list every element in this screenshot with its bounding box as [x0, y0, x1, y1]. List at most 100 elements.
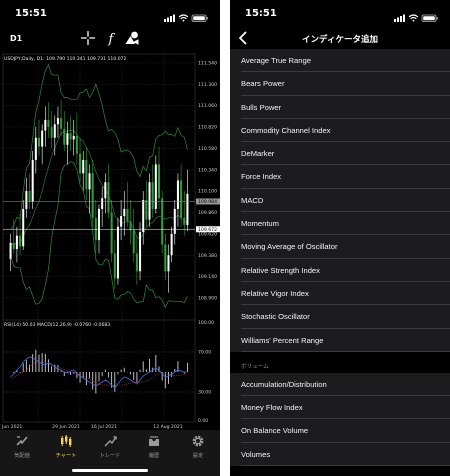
tab-settings[interactable]: 設定 [176, 434, 220, 468]
indicator-item-label: DeMarker [241, 149, 275, 159]
osc-y-tick-label: 70.00 [198, 350, 211, 356]
candle-body [94, 217, 97, 241]
tab-trade-label: トレード [99, 453, 121, 459]
oscillator-title: RSI(14) 50.03 MACD(12,26,9) -0.0760 -0.0… [4, 322, 110, 328]
tab-quotes[interactable]: 気配値 [0, 434, 44, 468]
indicator-item-label: Relative Strength Index [241, 265, 320, 275]
candle-body [161, 198, 164, 245]
indicator-item-label: Bears Power [241, 79, 285, 89]
function-icon[interactable]: f [104, 30, 120, 46]
volume-indicator-item[interactable]: Accumulation/Distribution [230, 372, 450, 397]
candle-body [101, 198, 104, 209]
candle-body [47, 119, 50, 128]
candle-body [107, 182, 110, 213]
trade-icon [104, 436, 117, 447]
indicator-item-label: On Balance Volume [241, 426, 309, 436]
candle-body [9, 242, 12, 259]
candle-body [148, 182, 151, 220]
tab-settings-label: 設定 [192, 453, 204, 459]
indicator-item[interactable]: Bulls Power [230, 95, 450, 119]
candle-body [72, 135, 75, 140]
price-chart[interactable]: 111.540 111.300 111.060 110.820 110.580 110.3… [0, 48, 220, 432]
tab-chart[interactable]: チャート [44, 434, 88, 468]
volume-indicator-item[interactable]: Volumes [230, 442, 450, 467]
y-tick-label: 111.540 [198, 61, 217, 67]
status-time: 15:51 [245, 8, 277, 19]
y-tick-label: 109.140 [198, 274, 217, 280]
indicator-item[interactable]: Force Index [230, 165, 450, 189]
indicator-item[interactable]: Average True Range [230, 49, 450, 73]
wifi-icon [178, 14, 189, 20]
candle-body [126, 208, 129, 222]
candle-body [104, 182, 107, 199]
indicator-item[interactable]: Moving Average of Oscillator [230, 235, 450, 259]
candle-body [129, 221, 132, 231]
navigation-bar: インディケータ追加 [230, 26, 450, 50]
candle-body [139, 232, 142, 272]
candle-body [186, 193, 189, 225]
candle-body [110, 212, 113, 254]
candle-body [173, 208, 176, 234]
status-bar: 15:51 [0, 0, 220, 26]
indicator-item[interactable]: Relative Vigor Index [230, 281, 450, 306]
indicator-item-label: Bulls Power [241, 102, 282, 112]
tab-history[interactable]: 履歴 [132, 434, 176, 468]
indicator-item[interactable]: DeMarker [230, 142, 450, 166]
indicator-list: Average True Range Bears Power Bulls Power… [230, 49, 450, 467]
candle-body [41, 130, 44, 147]
price-line-label: 109.984 [198, 199, 217, 205]
candle-body [151, 182, 154, 209]
chart-screen: 15:51 D1 f 111.540 111.300 111.060 110.8… [0, 0, 220, 476]
indicator-item-label: Relative Vigor Index [241, 288, 309, 298]
y-tick-label: 110.580 [198, 146, 217, 152]
candle-body [88, 173, 91, 190]
candle-body [19, 235, 22, 247]
candle-body [132, 230, 135, 254]
candle-body [120, 216, 123, 227]
status-time: 15:51 [15, 8, 47, 19]
volume-indicator-item[interactable]: Money Flow Index [230, 396, 450, 420]
y-tick-label: 111.300 [198, 82, 217, 88]
candle-body [157, 164, 161, 199]
timeframe-button[interactable]: D1 [10, 34, 22, 43]
volume-indicator-item[interactable]: On Balance Volume [230, 419, 450, 443]
candle-body [154, 164, 157, 209]
battery-icon [191, 14, 208, 22]
indicator-item-label: Force Index [241, 172, 282, 182]
tab-trade[interactable]: トレード [88, 434, 132, 468]
candle-body [82, 159, 85, 174]
add-indicator-screen: 15:51 インディケータ追加 Average True Range Bears … [230, 0, 450, 476]
indicator-item[interactable]: Bears Power [230, 72, 450, 96]
candle-body [56, 118, 59, 125]
indicator-item[interactable]: Stochastic Oscillator [230, 305, 450, 329]
candle-body [37, 137, 41, 147]
indicator-item[interactable]: MACD [230, 188, 450, 213]
indicator-item[interactable]: Relative Strength Index [230, 258, 450, 282]
shapes-icon[interactable] [124, 30, 140, 46]
indicator-item[interactable]: Williams' Percent Range [230, 328, 450, 352]
indicator-item-label: Williams' Percent Range [241, 335, 324, 345]
candle-body [180, 180, 183, 218]
osc-y-tick-label: 0.00 [198, 418, 208, 424]
candle-body [170, 233, 173, 256]
y-tick-label: 111.060 [198, 103, 217, 109]
candle-body [145, 200, 148, 220]
candle-body [123, 208, 126, 217]
candle-body [44, 119, 47, 131]
indicator-item[interactable]: Momentum [230, 212, 450, 236]
candle-body [60, 118, 63, 129]
crosshair-icon[interactable] [80, 30, 96, 46]
candle-body [15, 235, 18, 249]
signal-icon [394, 14, 405, 22]
candle-body [63, 128, 66, 145]
chart-icon [61, 435, 72, 447]
indicator-item[interactable]: Commodity Channel Index [230, 118, 450, 143]
candle-body [113, 253, 116, 279]
osc-y-tick-label: 30.00 [198, 390, 211, 396]
candle-body [31, 159, 34, 202]
y-tick-label: 110.820 [198, 125, 217, 131]
candle-body [75, 135, 78, 154]
candle-body [12, 242, 15, 249]
indicator-item-label: Average True Range [241, 56, 311, 65]
quotes-icon [16, 436, 28, 446]
